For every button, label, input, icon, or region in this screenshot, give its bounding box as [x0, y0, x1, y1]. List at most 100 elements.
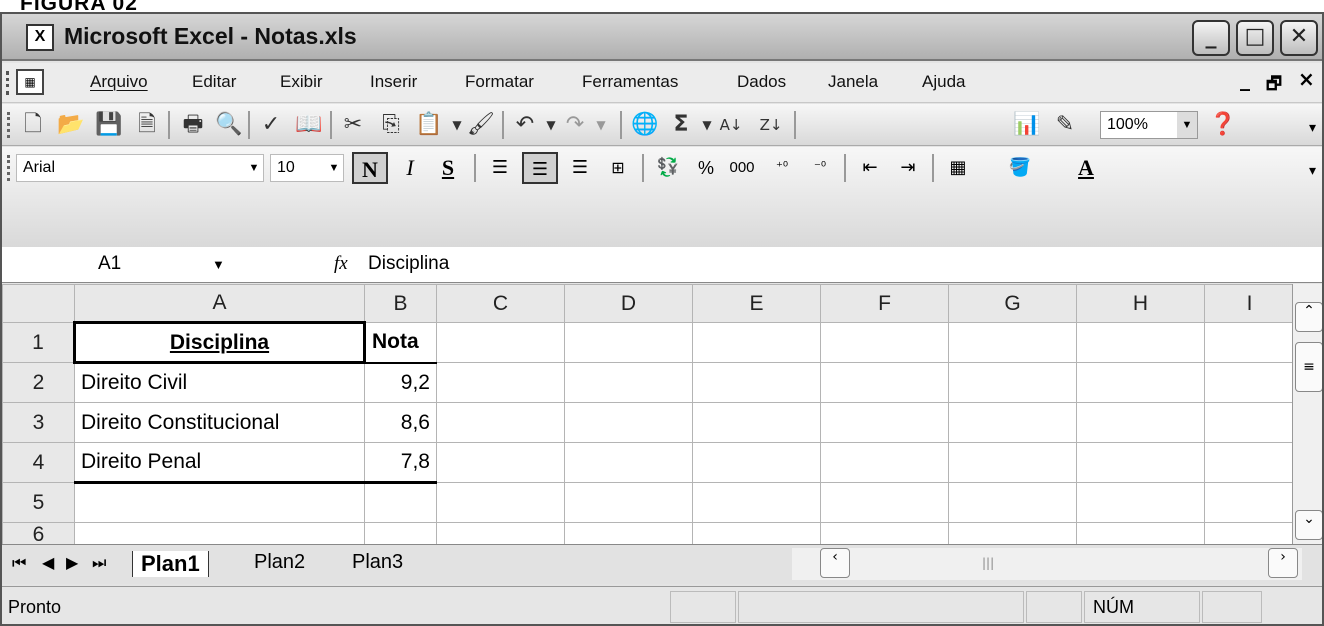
cell[interactable] [1076, 402, 1205, 443]
cell[interactable] [1204, 402, 1295, 443]
tab-plan1[interactable]: Plan1 [132, 551, 209, 577]
cell-a5[interactable] [74, 482, 365, 523]
scroll-thumb-grip[interactable]: ||| [982, 556, 994, 570]
column-header-h[interactable]: H [1076, 284, 1205, 323]
column-header-c[interactable]: C [436, 284, 565, 323]
scroll-left-icon[interactable]: ‹ [820, 548, 850, 578]
percent-button[interactable]: % [688, 152, 724, 184]
cell[interactable] [1204, 322, 1295, 363]
toolbar-options-icon[interactable]: ▾ [1309, 163, 1316, 179]
format-painter-icon[interactable]: 🖌 [466, 110, 496, 140]
increase-indent-icon[interactable]: ⇥ [890, 152, 926, 184]
first-sheet-icon[interactable]: ⏮ [12, 553, 26, 573]
row-header[interactable]: 1 [2, 322, 75, 363]
tab-plan3[interactable]: Plan3 [352, 551, 403, 574]
cut-icon[interactable]: ✂ [338, 110, 368, 140]
sort-ascending-icon[interactable]: A↓ [716, 110, 746, 140]
cell[interactable] [820, 442, 949, 483]
excel-app-icon[interactable]: X [26, 24, 54, 51]
cell[interactable] [564, 322, 693, 363]
increase-decimal-icon[interactable]: ⁺⁰ [764, 152, 800, 184]
cell[interactable] [948, 362, 1077, 403]
hyperlink-icon[interactable]: 🌐 [630, 110, 660, 140]
row-header[interactable]: 4 [2, 442, 75, 483]
column-header-a[interactable]: A [74, 284, 365, 323]
scroll-thumb[interactable]: ≡ [1295, 342, 1322, 392]
column-header-d[interactable]: D [564, 284, 693, 323]
column-header-f[interactable]: F [820, 284, 949, 323]
decrease-indent-icon[interactable]: ⇤ [852, 152, 888, 184]
cell[interactable] [692, 362, 821, 403]
open-icon[interactable]: 📂 [56, 110, 86, 140]
menu-dados[interactable]: Dados [737, 72, 786, 92]
scroll-down-icon[interactable]: ⌄ [1295, 510, 1322, 540]
column-header-i[interactable]: I [1204, 284, 1295, 323]
permission-icon[interactable]: 🗎 [132, 110, 162, 140]
cell-b1[interactable]: Nota [364, 322, 437, 364]
toolbar-options-icon[interactable]: ▾ [1309, 120, 1316, 136]
redo-dropdown-icon[interactable]: ▼ [586, 110, 616, 140]
row-header[interactable]: 2 [2, 362, 75, 403]
cell[interactable] [1076, 322, 1205, 363]
cell[interactable] [1204, 482, 1295, 523]
cell[interactable] [564, 482, 693, 523]
row-header[interactable]: 3 [2, 402, 75, 443]
cell[interactable] [1076, 362, 1205, 403]
vertical-scrollbar[interactable]: ⌃ ≡ ⌄ [1292, 284, 1322, 544]
cell[interactable] [692, 442, 821, 483]
select-all-corner[interactable] [2, 284, 75, 323]
cell[interactable] [948, 322, 1077, 363]
chevron-down-icon[interactable]: ▼ [1177, 112, 1197, 138]
menu-editar[interactable]: Editar [192, 72, 236, 92]
toolbar-grip[interactable] [7, 112, 10, 138]
cell[interactable] [820, 482, 949, 523]
print-icon[interactable]: 🖶 [178, 110, 208, 140]
menu-arquivo[interactable]: Arquivo [90, 72, 148, 92]
chart-wizard-icon[interactable]: 📊 [1012, 110, 1042, 140]
toolbar-grip[interactable] [7, 155, 10, 181]
font-size-select[interactable]: 10 ▼ [270, 154, 344, 182]
menu-inserir[interactable]: Inserir [370, 72, 417, 92]
underline-button[interactable]: S [430, 152, 466, 184]
cell[interactable] [436, 482, 565, 523]
next-sheet-icon[interactable]: ▶ [66, 553, 78, 572]
cell[interactable] [820, 362, 949, 403]
chevron-down-icon[interactable]: ▼ [325, 155, 343, 181]
cell[interactable] [820, 322, 949, 363]
borders-icon[interactable]: ▦ [940, 152, 976, 184]
cell[interactable] [436, 402, 565, 443]
fill-color-icon[interactable]: 🪣 [1002, 152, 1038, 184]
paste-icon[interactable]: 📋 [414, 110, 444, 140]
merge-center-icon[interactable]: ⊞ [600, 152, 636, 184]
italic-button[interactable]: I [392, 152, 428, 184]
cell[interactable] [948, 402, 1077, 443]
doc-minimize-button[interactable]: _ [1240, 67, 1250, 91]
help-icon[interactable]: ❓ [1208, 110, 1238, 140]
formula-input[interactable]: Disciplina [368, 253, 449, 275]
column-header-g[interactable]: G [948, 284, 1077, 323]
sort-descending-icon[interactable]: Z↓ [756, 110, 786, 140]
column-header-b[interactable]: B [364, 284, 437, 323]
chevron-down-icon[interactable]: ▼ [212, 257, 225, 272]
thousands-button[interactable]: 000 [724, 152, 760, 184]
cell-b3[interactable]: 8,6 [364, 402, 437, 443]
cell[interactable] [692, 402, 821, 443]
menu-grip[interactable] [6, 71, 10, 95]
maximize-button[interactable]: □ [1236, 20, 1274, 56]
decrease-decimal-icon[interactable]: ⁻⁰ [802, 152, 838, 184]
cell[interactable] [692, 322, 821, 363]
cell-b5[interactable] [364, 482, 437, 523]
copy-icon[interactable]: ⎘ [376, 110, 406, 140]
cell[interactable] [564, 442, 693, 483]
last-sheet-icon[interactable]: ⏭ [92, 553, 106, 573]
cell-a2[interactable]: Direito Civil [74, 362, 365, 403]
cell-a1[interactable]: Disciplina [73, 321, 366, 364]
name-box[interactable]: A1 ▼ fx [2, 247, 352, 282]
cell[interactable] [820, 402, 949, 443]
cell[interactable] [564, 402, 693, 443]
workbook-icon[interactable]: ▦ [16, 69, 44, 95]
cell[interactable] [692, 482, 821, 523]
cell[interactable] [1076, 442, 1205, 483]
new-icon[interactable]: 🗋 [18, 110, 48, 140]
cell[interactable] [948, 482, 1077, 523]
